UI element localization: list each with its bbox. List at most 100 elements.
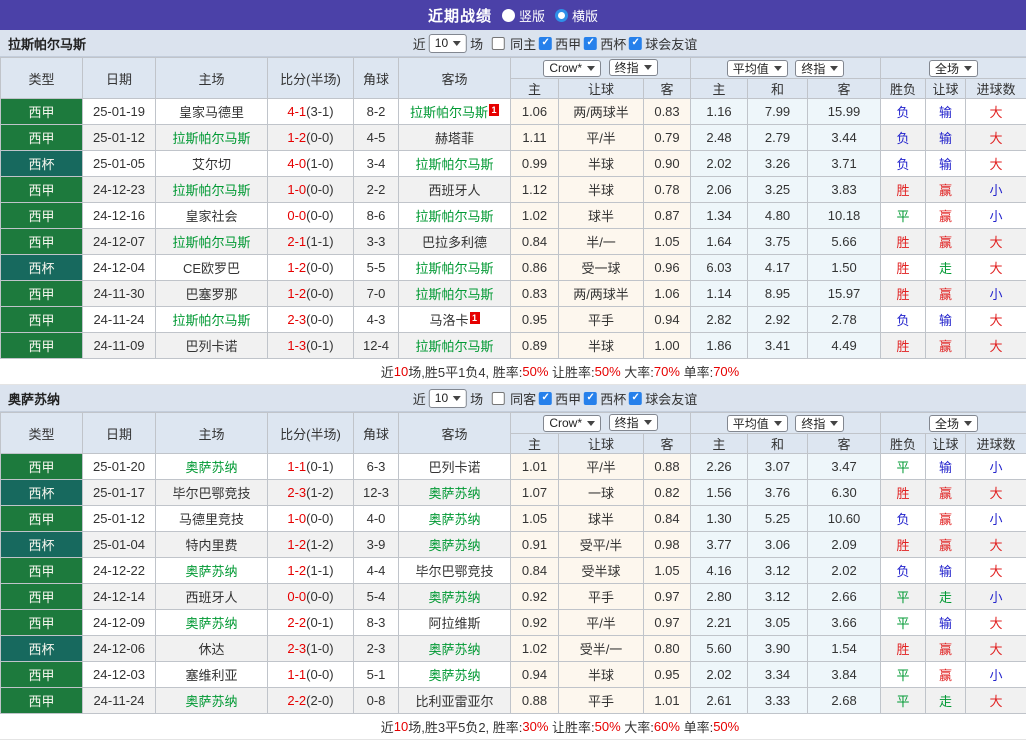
filter-controls-2: 近 10 场 同客 西甲 西杯 球会友谊	[413, 389, 697, 408]
away-team-name[interactable]: 奥萨苏纳	[428, 512, 480, 527]
home-team-cell: 毕尔巴鄂竞技	[156, 480, 268, 506]
odds-source-select[interactable]: Crow*	[543, 415, 601, 432]
away-team-name[interactable]: 比利亚雷亚尔	[415, 694, 493, 709]
away-team-name[interactable]: 马洛卡	[429, 313, 468, 328]
result-handicap: 输	[926, 307, 966, 333]
same-home-checkbox[interactable]	[492, 37, 505, 50]
away-team-name[interactable]: 拉斯帕尔马斯	[415, 261, 493, 276]
odds-source-select[interactable]: Crow*	[543, 60, 601, 77]
final-index-select-1[interactable]: 终指	[609, 59, 658, 76]
friendly-checkbox[interactable]	[629, 37, 642, 50]
final-index-select-1[interactable]: 终指	[609, 414, 658, 431]
result-goals: 大	[966, 307, 1026, 333]
handicap-line: 受平/半	[559, 532, 644, 558]
final-index-select-2[interactable]: 终指	[795, 60, 844, 77]
final-index-select-2[interactable]: 终指	[795, 415, 844, 432]
radio-unchecked-icon[interactable]	[502, 9, 515, 22]
home-team-name[interactable]: 特内里费	[185, 538, 237, 553]
corner-count: 7-0	[354, 281, 399, 307]
handicap-line: 两/两球半	[559, 281, 644, 307]
corner-count: 12-4	[354, 333, 399, 359]
corner-count: 5-4	[354, 584, 399, 610]
match-date: 25-01-17	[83, 480, 156, 506]
chevron-down-icon	[587, 421, 595, 426]
home-team-name[interactable]: 西班牙人	[185, 590, 237, 605]
home-team-name[interactable]: 皇家马德里	[179, 105, 244, 120]
league-checkbox[interactable]	[539, 392, 552, 405]
radio-checked-icon[interactable]	[555, 9, 568, 22]
radio-horizontal-layout[interactable]: 横版	[555, 6, 598, 25]
away-team-name[interactable]: 拉斯帕尔马斯	[415, 287, 493, 302]
average-odds-controls: 平均值 终指	[691, 413, 881, 434]
avg-home-odds: 2.02	[691, 662, 748, 688]
match-count-select[interactable]: 10	[429, 34, 467, 53]
home-team-name[interactable]: CE欧罗巴	[183, 261, 240, 276]
home-team-name[interactable]: 拉斯帕尔马斯	[172, 183, 250, 198]
fulltime-score: 2-3	[287, 312, 306, 327]
home-team-name[interactable]: 塞维利亚	[185, 668, 237, 683]
home-team-name[interactable]: 毕尔巴鄂竞技	[172, 486, 250, 501]
avg-draw-odds: 8.95	[748, 281, 808, 307]
cup-checkbox[interactable]	[584, 37, 597, 50]
result-wdl: 胜	[881, 480, 926, 506]
away-team-name[interactable]: 毕尔巴鄂竞技	[415, 564, 493, 579]
home-team-name[interactable]: 拉斯帕尔马斯	[172, 235, 250, 250]
home-team-name[interactable]: 休达	[198, 642, 224, 657]
home-team-name[interactable]: 奥萨苏纳	[185, 564, 237, 579]
handicap-away-odds: 0.83	[644, 99, 691, 125]
home-team-name[interactable]: 拉斯帕尔马斯	[172, 131, 250, 146]
match-row: 西甲25-01-12拉斯帕尔马斯1-2(0-0)4-5赫塔菲1.11平/半0.7…	[1, 125, 1026, 151]
away-team-name[interactable]: 赫塔菲	[435, 131, 474, 146]
away-team-name[interactable]: 奥萨苏纳	[428, 486, 480, 501]
halftime-score: (0-1)	[306, 338, 333, 353]
cup-checkbox[interactable]	[584, 392, 597, 405]
fulltime-score: 2-3	[287, 485, 306, 500]
home-team-name[interactable]: 巴列卡诺	[185, 339, 237, 354]
score-cell: 1-0(0-0)	[268, 177, 354, 203]
handicap-odds-controls: Crow* 终指	[511, 413, 691, 434]
home-team-name[interactable]: 拉斯帕尔马斯	[172, 313, 250, 328]
avg-draw-odds: 3.34	[748, 662, 808, 688]
away-team-name[interactable]: 拉斯帕尔马斯	[415, 157, 493, 172]
away-team-name[interactable]: 奥萨苏纳	[428, 668, 480, 683]
away-team-name[interactable]: 巴列卡诺	[428, 460, 480, 475]
home-team-name[interactable]: 奥萨苏纳	[185, 616, 237, 631]
away-team-name[interactable]: 拉斯帕尔马斯	[415, 209, 493, 224]
result-wdl: 负	[881, 151, 926, 177]
away-team-name[interactable]: 奥萨苏纳	[428, 590, 480, 605]
home-team-name[interactable]: 奥萨苏纳	[185, 460, 237, 475]
away-team-name[interactable]: 西班牙人	[428, 183, 480, 198]
corner-count: 4-5	[354, 125, 399, 151]
away-team-name[interactable]: 奥萨苏纳	[428, 642, 480, 657]
average-select[interactable]: 平均值	[727, 60, 788, 77]
col-score: 比分(半场)	[268, 58, 354, 99]
home-team-name[interactable]: 马德里竞技	[179, 512, 244, 527]
handicap-line: 半球	[559, 177, 644, 203]
home-team-name[interactable]: 艾尔切	[192, 157, 231, 172]
away-team-name[interactable]: 拉斯帕尔马斯	[410, 105, 488, 120]
away-team-name[interactable]: 拉斯帕尔马斯	[415, 339, 493, 354]
avg-draw-odds: 3.07	[748, 454, 808, 480]
handicap-line: 两/两球半	[559, 99, 644, 125]
home-team-name[interactable]: 巴塞罗那	[185, 287, 237, 302]
full-match-select[interactable]: 全场	[929, 415, 978, 432]
friendly-checkbox[interactable]	[629, 392, 642, 405]
away-team-cell: 奥萨苏纳	[399, 584, 511, 610]
away-team-cell: 拉斯帕尔马斯	[399, 203, 511, 229]
away-team-name[interactable]: 奥萨苏纳	[428, 538, 480, 553]
away-team-name[interactable]: 巴拉多利德	[422, 235, 487, 250]
avg-home-odds: 2.02	[691, 151, 748, 177]
league-checkbox[interactable]	[539, 37, 552, 50]
result-goals: 大	[966, 333, 1026, 359]
home-team-name[interactable]: 奥萨苏纳	[185, 694, 237, 709]
avg-home-odds: 2.26	[691, 454, 748, 480]
radio-vertical-layout[interactable]: 竖版	[502, 6, 545, 25]
away-team-name[interactable]: 阿拉维斯	[428, 616, 480, 631]
match-count-select[interactable]: 10	[429, 389, 467, 408]
halftime-score: (0-0)	[306, 589, 333, 604]
full-match-select[interactable]: 全场	[929, 60, 978, 77]
handicap-away-odds: 0.84	[644, 506, 691, 532]
average-select[interactable]: 平均值	[727, 415, 788, 432]
same-away-checkbox[interactable]	[492, 392, 505, 405]
home-team-name[interactable]: 皇家社会	[185, 209, 237, 224]
